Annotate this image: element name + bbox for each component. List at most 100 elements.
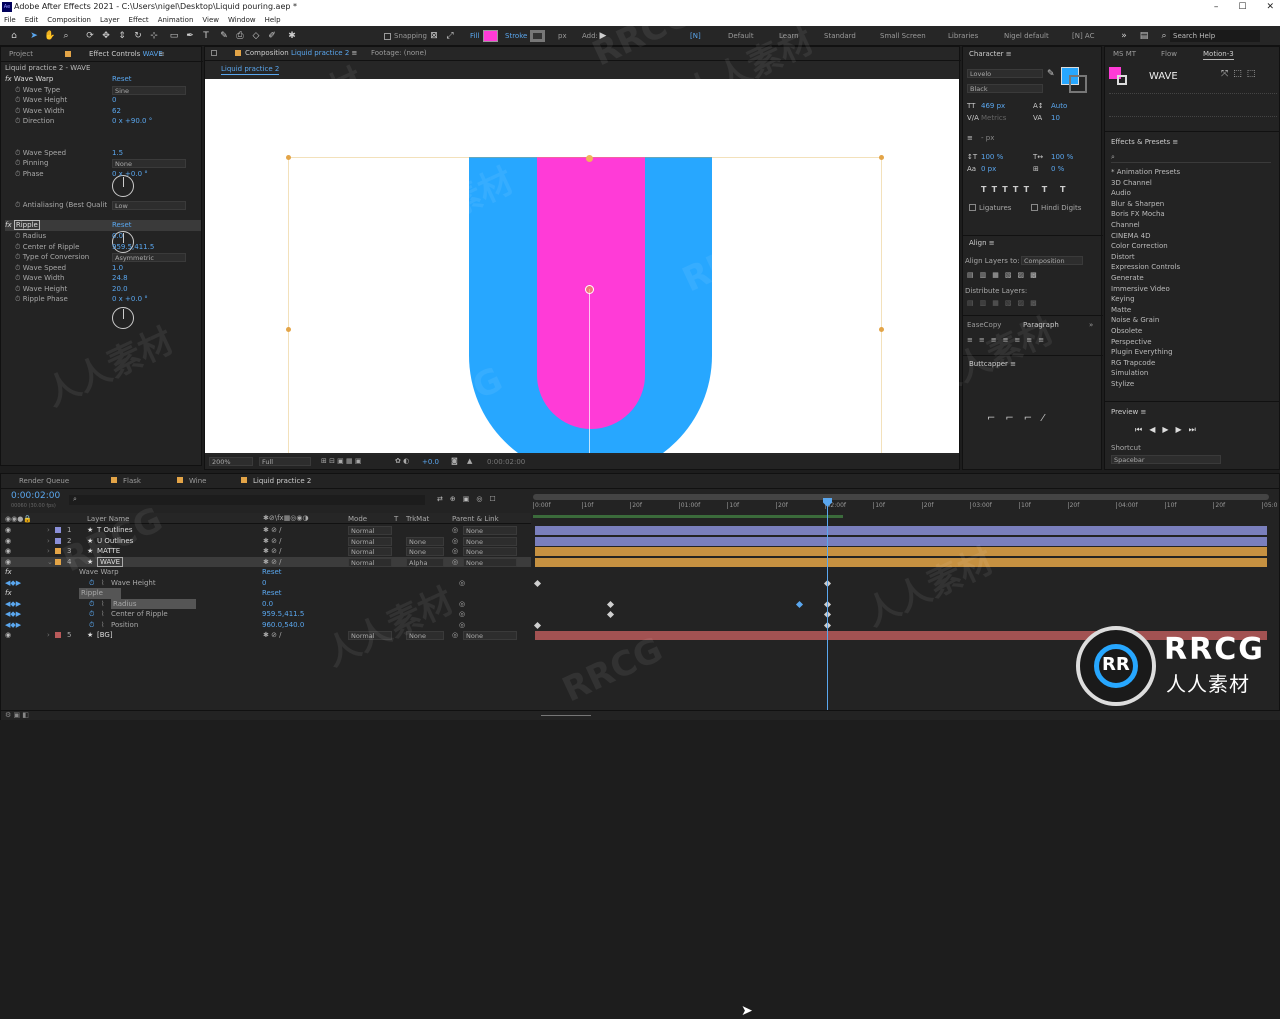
color-channel-icon[interactable]: ✿ ◐ <box>395 457 409 465</box>
layer-trkmat-dropdown[interactable]: None <box>406 536 444 546</box>
property-value[interactable]: 960.0,540.0 <box>262 620 304 631</box>
parent-pickwhip-icon[interactable]: ◎ <box>452 525 458 536</box>
layer-label-color[interactable] <box>55 558 61 565</box>
col-mode[interactable]: Mode <box>348 515 367 523</box>
property-row[interactable]: ◀◆▶ ⏱ ⌇ Wave Height 0 ◎ <box>1 578 531 589</box>
effects-category-item[interactable]: 3D Channel <box>1111 178 1271 189</box>
ww-prop-row[interactable]: ⏱ Antialiasing (Best Qualit Low <box>15 200 201 211</box>
timeline-tab[interactable]: Render Queue <box>19 476 69 486</box>
text-stroke-swatch[interactable] <box>1069 75 1087 93</box>
rp-prop-value[interactable]: 959.5,411.5 <box>112 242 154 253</box>
graph-icon[interactable]: ⌇ <box>101 620 104 631</box>
stopwatch-icon[interactable]: ⏱ <box>15 159 23 167</box>
motion-sliders[interactable] <box>1109 93 1277 117</box>
stopwatch-icon[interactable]: ⏱ <box>15 201 23 209</box>
layer-name[interactable]: U Outlines <box>97 536 133 547</box>
bound-handle-tl[interactable] <box>286 155 291 160</box>
effects-category-item[interactable]: Stylize <box>1111 379 1271 390</box>
paragraph-align-buttons[interactable]: ≡≡≡≡≡≡≡ <box>967 336 1050 344</box>
ww-prop-value[interactable]: 0 x +90.0 ° <box>112 116 152 127</box>
col-t[interactable]: T <box>394 515 398 523</box>
home-icon[interactable]: ⌂ <box>8 30 20 42</box>
layer-name[interactable]: T Outlines <box>97 525 132 536</box>
rp-prop-row[interactable]: ⏱ Wave Width 24.8 <box>15 273 201 284</box>
text-style-buttons[interactable]: TTTTT T T <box>981 185 1071 194</box>
type-tool-icon[interactable]: T <box>200 30 212 42</box>
layer-mode-dropdown[interactable]: Normal <box>348 536 392 546</box>
expression-pickwhip-icon[interactable]: ◎ <box>459 578 465 589</box>
workspace-nac[interactable]: [N] AC <box>1072 32 1094 40</box>
effects-category-item[interactable]: Boris FX Mocha <box>1111 209 1271 220</box>
dolly-tool-icon[interactable]: ⇕ <box>116 30 128 42</box>
hand-tool-icon[interactable]: ✋ <box>44 30 56 42</box>
wave-warp-effect[interactable]: fx Wave Warp Reset <box>5 74 201 85</box>
timeline-tab[interactable]: Flask <box>111 476 141 486</box>
layer-row[interactable]: ◉ › 5 ★ [BG] ✱ ⊘ / Normal None ◎ None <box>1 630 531 641</box>
selection-tool-icon[interactable]: ➤ <box>28 30 40 42</box>
layer-duration-bar[interactable] <box>535 526 1267 535</box>
menu-layer[interactable]: Layer <box>100 14 120 26</box>
tab-flow[interactable]: Flow <box>1161 49 1177 59</box>
rp-prop-value[interactable]: 24.8 <box>112 273 128 284</box>
bound-handle-ml[interactable] <box>286 327 291 332</box>
property-row[interactable]: ◀◆▶ ⏱ ⌇ Center of Ripple 959.5,411.5 ◎ <box>1 609 531 620</box>
layer-parent-dropdown[interactable]: None <box>463 557 517 567</box>
menu-animation[interactable]: Animation <box>158 14 194 26</box>
zoom-tool-icon[interactable]: ⌕ <box>60 30 72 42</box>
layer-switches[interactable]: ✱ ⊘ / <box>263 536 282 547</box>
wave-warp-reset[interactable]: Reset <box>112 74 132 85</box>
stopwatch-icon[interactable]: ⏱ <box>15 170 23 178</box>
graph-icon[interactable]: ⌇ <box>101 609 104 620</box>
layer-row[interactable]: ◉ › 1 ★ T Outlines ✱ ⊘ / Normal ◎ None <box>1 525 531 536</box>
rotate-tool-icon[interactable]: ↻ <box>132 30 144 42</box>
layer-parent-dropdown[interactable]: None <box>463 536 517 546</box>
effects-category-item[interactable]: Channel <box>1111 220 1271 231</box>
workspace-libraries[interactable]: Libraries <box>948 32 978 40</box>
effects-search-input[interactable]: ⌕ <box>1111 153 1271 163</box>
expand-arrow-icon[interactable]: › <box>47 630 50 641</box>
ww-prop-row[interactable]: ⏱ Wave Type Sine <box>15 85 201 96</box>
bound-handle-tr[interactable] <box>879 155 884 160</box>
layer-switches[interactable]: ✱ ⊘ / <box>263 630 282 641</box>
effects-category-item[interactable]: Matte <box>1111 305 1271 316</box>
layer-name[interactable]: MATTE <box>97 546 120 557</box>
ripple-effect[interactable]: fx Ripple Reset <box>5 220 201 231</box>
layer-label-color[interactable] <box>55 632 61 638</box>
pan-tool-icon[interactable]: ✥ <box>100 30 112 42</box>
minimize-button[interactable]: – <box>1214 0 1219 14</box>
layer-mode-dropdown[interactable]: Normal <box>348 557 392 567</box>
stopwatch-icon[interactable]: ⏱ <box>15 243 23 251</box>
av-switch-icons[interactable]: ◉◉●🔒 <box>5 515 32 523</box>
eyedropper-icon[interactable]: ✎ <box>1047 69 1055 79</box>
workspace-standard[interactable]: Standard <box>824 32 856 40</box>
workspace-default[interactable]: Default <box>728 32 754 40</box>
distribute-buttons[interactable]: ▤▥▦▧▨▩ <box>967 299 1043 307</box>
rp-prop-row[interactable]: ⏱ Center of Ripple 959.5,411.5 <box>15 242 201 253</box>
col-parent[interactable]: Parent & Link <box>452 515 499 523</box>
timeline-search-input[interactable]: ⌕ <box>69 495 425 505</box>
ww-prop-row[interactable]: ⏱ Direction 0 x +90.0 ° <box>15 116 201 127</box>
property-value[interactable]: 0 <box>262 578 266 589</box>
effects-category-item[interactable]: Keying <box>1111 294 1271 305</box>
menu-edit[interactable]: Edit <box>25 14 39 26</box>
clone-stamp-tool-icon[interactable]: ⎙ <box>234 30 246 42</box>
motion-tool-icons[interactable]: ⤧⬚⬚ <box>1221 69 1260 79</box>
close-button[interactable]: ✕ <box>1266 0 1274 14</box>
stopwatch-icon[interactable]: ⏱ <box>15 86 23 94</box>
hindi-digits-checkbox[interactable] <box>1031 204 1038 211</box>
tab-paragraph[interactable]: Paragraph <box>1023 320 1059 330</box>
effects-category-item[interactable]: Color Correction <box>1111 241 1271 252</box>
layer-mode-dropdown[interactable]: Normal <box>348 526 392 535</box>
expression-pickwhip-icon[interactable]: ◎ <box>459 599 465 610</box>
ligatures-checkbox[interactable] <box>969 204 976 211</box>
snapping-checkbox[interactable] <box>384 33 391 40</box>
view-options-icons[interactable]: ⊞ ⊟ ▣ ▦ ▣ <box>321 457 361 465</box>
timeline-switch-icons[interactable]: ⇄⊕▣◎☐ <box>437 495 503 503</box>
effects-category-item[interactable]: RG Trapcode <box>1111 358 1271 369</box>
rp-prop-value[interactable]: 20.0 <box>112 284 128 295</box>
workspace-overflow-icon[interactable]: » <box>1118 30 1130 42</box>
menu-help[interactable]: Help <box>265 14 281 26</box>
rp-prop-row[interactable]: ⏱ Wave Speed 1.0 <box>15 263 201 274</box>
property-value[interactable]: 0.0 <box>262 599 273 610</box>
ww-prop-value[interactable]: 62 <box>112 106 121 117</box>
